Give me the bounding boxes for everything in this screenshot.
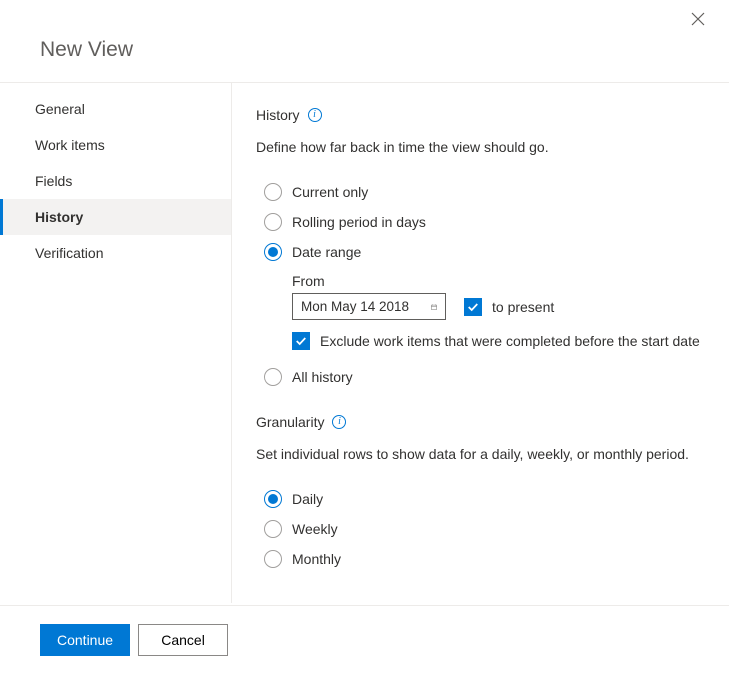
granularity-heading-row: Granularity i: [256, 414, 705, 430]
radio-icon: [264, 550, 282, 568]
history-heading-row: History i: [256, 107, 705, 123]
from-label: From: [292, 273, 705, 289]
radio-daily[interactable]: Daily: [256, 484, 705, 514]
new-view-dialog: New View General Work items Fields Histo…: [0, 0, 729, 686]
radio-all-history[interactable]: All history: [256, 362, 705, 392]
exclude-label: Exclude work items that were completed b…: [320, 333, 700, 349]
radio-label: Rolling period in days: [292, 214, 426, 230]
dialog-footer: Continue Cancel: [40, 624, 228, 656]
history-description: Define how far back in time the view sho…: [256, 139, 705, 155]
radio-label: Weekly: [292, 521, 338, 537]
dialog-title: New View: [0, 0, 729, 83]
checkbox-icon: [292, 332, 310, 350]
radio-icon: [264, 520, 282, 538]
close-icon: [691, 12, 705, 26]
exclude-checkbox-row[interactable]: Exclude work items that were completed b…: [292, 332, 705, 350]
info-icon[interactable]: i: [332, 415, 346, 429]
from-date-field[interactable]: [301, 299, 421, 314]
radio-date-range[interactable]: Date range: [256, 237, 705, 267]
radio-icon: [264, 243, 282, 261]
radio-label: All history: [292, 369, 353, 385]
radio-current-only[interactable]: Current only: [256, 177, 705, 207]
granularity-description: Set individual rows to show data for a d…: [256, 446, 705, 462]
granularity-heading: Granularity: [256, 414, 324, 430]
dialog-body: General Work items Fields History Verifi…: [0, 83, 729, 603]
radio-monthly[interactable]: Monthly: [256, 544, 705, 574]
sidebar-item-general[interactable]: General: [0, 91, 231, 127]
radio-icon: [264, 368, 282, 386]
radio-label: Current only: [292, 184, 368, 200]
cancel-button[interactable]: Cancel: [138, 624, 228, 656]
radio-rolling-period[interactable]: Rolling period in days: [256, 207, 705, 237]
sidebar-item-verification[interactable]: Verification: [0, 235, 231, 271]
to-present-label: to present: [492, 299, 554, 315]
footer-divider: [0, 605, 729, 606]
sidebar-item-work-items[interactable]: Work items: [0, 127, 231, 163]
radio-weekly[interactable]: Weekly: [256, 514, 705, 544]
date-row: to present: [292, 293, 705, 320]
from-date-input[interactable]: [292, 293, 446, 320]
radio-label: Date range: [292, 244, 361, 260]
radio-label: Monthly: [292, 551, 341, 567]
info-icon[interactable]: i: [308, 108, 322, 122]
to-present-checkbox-row[interactable]: to present: [464, 298, 554, 316]
sidebar-item-history[interactable]: History: [0, 199, 231, 235]
date-range-block: From t: [292, 273, 705, 350]
radio-icon: [264, 183, 282, 201]
radio-label: Daily: [292, 491, 323, 507]
calendar-icon: [431, 300, 437, 314]
radio-icon: [264, 490, 282, 508]
checkbox-icon: [464, 298, 482, 316]
content-panel: History i Define how far back in time th…: [232, 83, 729, 603]
history-heading: History: [256, 107, 300, 123]
sidebar: General Work items Fields History Verifi…: [0, 83, 232, 603]
continue-button[interactable]: Continue: [40, 624, 130, 656]
radio-icon: [264, 213, 282, 231]
close-button[interactable]: [691, 12, 711, 32]
sidebar-item-fields[interactable]: Fields: [0, 163, 231, 199]
